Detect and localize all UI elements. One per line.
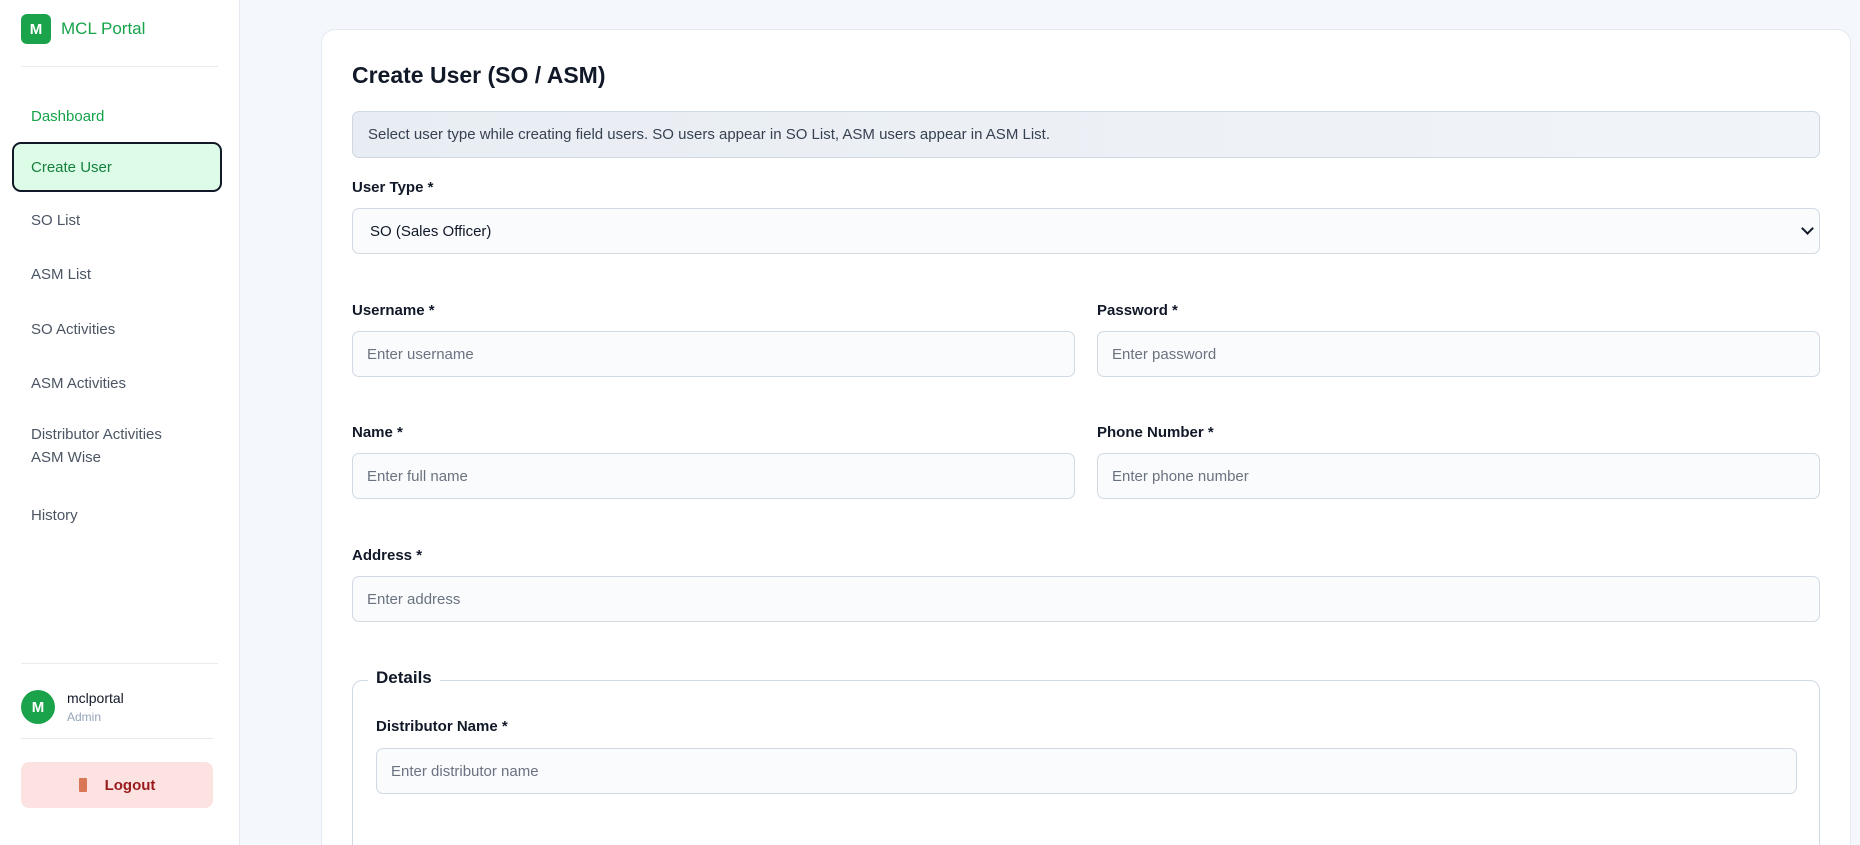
name-label: Name * [352, 424, 403, 441]
distributor-name-input[interactable] [376, 748, 1797, 794]
avatar: M [21, 690, 55, 724]
chevron-down-icon [1801, 222, 1814, 235]
brand[interactable]: M MCL Portal [21, 14, 145, 44]
full-name-input[interactable] [352, 453, 1075, 499]
sidebar-item-label: History [31, 506, 78, 524]
address-input[interactable] [352, 576, 1820, 622]
sidebar-item-label: SO List [31, 211, 81, 229]
user-type-value: SO (Sales Officer) [370, 222, 492, 240]
brand-name: MCL Portal [61, 19, 146, 38]
sidebar-item-create-user[interactable]: Create User [12, 142, 222, 192]
sidebar-item-distributor-activities[interactable]: Distributor Activities ASM Wise [12, 423, 222, 469]
sidebar-item-label: ASM Activities [31, 374, 127, 392]
sidebar-item-label: Distributor Activities [31, 426, 162, 443]
user-type-select[interactable]: SO (Sales Officer) [352, 208, 1820, 254]
sidebar-item-label: Dashboard [31, 107, 105, 125]
sidebar-item-so-activities[interactable]: SO Activities [12, 314, 222, 344]
user-profile: M mclportal Admin [21, 690, 124, 724]
user-type-label: User Type * [352, 179, 434, 196]
info-banner: Select user type while creating field us… [352, 111, 1820, 158]
divider [21, 738, 213, 739]
divider [21, 663, 218, 664]
sidebar-item-asm-list[interactable]: ASM List [12, 259, 222, 289]
brand-logo: M [21, 14, 51, 44]
user-role: Admin [67, 710, 102, 724]
distributor-name-label: Distributor Name * [376, 718, 508, 735]
password-input[interactable] [1097, 331, 1820, 377]
logout-button[interactable]: Logout [21, 762, 213, 808]
logout-label: Logout [104, 776, 156, 794]
sidebar-item-history[interactable]: History [12, 500, 222, 530]
sidebar: M MCL Portal Dashboard Create User SO Li… [0, 0, 240, 845]
phone-label: Phone Number * [1097, 424, 1214, 441]
password-label: Password * [1097, 302, 1178, 319]
sidebar-item-asm-activities[interactable]: ASM Activities [12, 368, 222, 398]
sidebar-item-label: ASM Wise [31, 449, 102, 466]
page-title: Create User (SO / ASM) [352, 62, 606, 88]
username-input[interactable] [352, 331, 1075, 377]
sidebar-item-dashboard[interactable]: Dashboard [12, 101, 222, 131]
sidebar-item-label: ASM List [31, 265, 92, 283]
divider [21, 66, 218, 67]
sidebar-item-so-list[interactable]: SO List [12, 205, 222, 235]
sidebar-item-label: Create User [31, 158, 112, 176]
logout-icon [78, 778, 87, 792]
username-label: Username * [352, 302, 435, 319]
info-banner-text: Select user type while creating field us… [368, 126, 1050, 143]
details-legend: Details [368, 668, 440, 688]
address-label: Address * [352, 547, 423, 564]
user-name: mclportal [67, 690, 124, 706]
phone-input[interactable] [1097, 453, 1820, 499]
sidebar-item-label: SO Activities [31, 320, 116, 338]
